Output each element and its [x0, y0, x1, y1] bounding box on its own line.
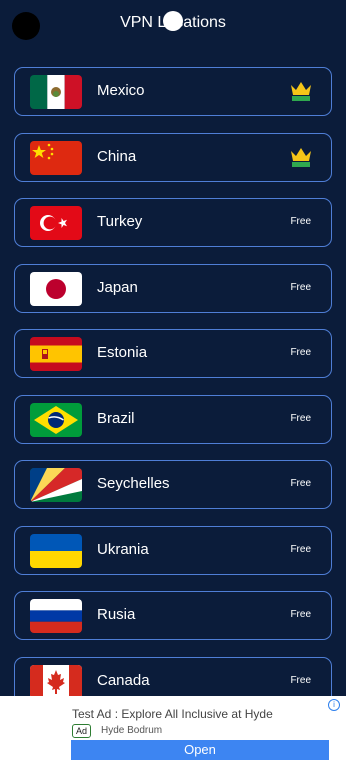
- turkey-flag-icon: [30, 206, 82, 240]
- location-name: Rusia: [97, 606, 136, 623]
- ad-badge: Ad: [72, 724, 92, 738]
- crown-icon: [289, 80, 313, 102]
- russia-flag-icon: [30, 599, 82, 633]
- ad-info-icon[interactable]: i: [328, 699, 340, 711]
- location-name: Brazil: [97, 409, 135, 427]
- location-row-rusia[interactable]: Rusia Free: [14, 591, 332, 640]
- location-row-japan[interactable]: Japan Free: [14, 263, 332, 313]
- china-flag-icon: [30, 140, 82, 175]
- free-badge: Free: [290, 674, 311, 686]
- free-badge: Free: [290, 609, 311, 620]
- location-row-ukrania[interactable]: Ukrania Free: [14, 525, 332, 575]
- location-name: Mexico: [97, 82, 145, 99]
- seychelles-flag-icon: [30, 468, 82, 502]
- location-name: China: [97, 147, 137, 165]
- location-row-turkey[interactable]: Turkey Free: [14, 198, 332, 247]
- free-badge: Free: [290, 347, 311, 358]
- location-row-china[interactable]: China: [14, 132, 332, 182]
- location-name: Estonia: [97, 344, 148, 361]
- location-name: Ukrania: [97, 540, 149, 558]
- free-badge: Free: [290, 281, 311, 293]
- location-name: Canada: [97, 671, 150, 689]
- ad-advertiser: Hyde Bodrum: [101, 725, 163, 736]
- free-badge: Free: [290, 412, 311, 424]
- japan-flag-icon: [30, 271, 82, 306]
- touch-indicator: [163, 11, 183, 31]
- free-badge: Free: [290, 216, 311, 227]
- location-row-brazil[interactable]: Brazil Free: [14, 394, 332, 444]
- ad-open-button[interactable]: Open: [71, 740, 329, 760]
- mexico-flag-icon: [30, 75, 82, 109]
- brazil-flag-icon: [30, 402, 82, 437]
- location-list: Mexico China Turkey Free Japan Free Esto…: [14, 67, 332, 722]
- free-badge: Free: [290, 478, 311, 489]
- crown-icon: [289, 146, 313, 168]
- ad-banner[interactable]: i Test Ad : Explore All Inclusive at Hyd…: [0, 696, 346, 768]
- header: VPN Locations: [0, 0, 346, 46]
- location-name: Seychelles: [97, 475, 170, 492]
- location-row-estonia[interactable]: Estonia Free: [14, 329, 332, 378]
- location-name: Turkey: [97, 213, 143, 230]
- location-name: Japan: [97, 278, 138, 296]
- spain-flag-icon: [30, 337, 82, 371]
- ad-title[interactable]: Test Ad : Explore All Inclusive at Hyde: [72, 707, 273, 721]
- ukraine-flag-icon: [30, 533, 82, 568]
- free-badge: Free: [290, 543, 311, 555]
- location-row-mexico[interactable]: Mexico: [14, 67, 332, 116]
- canada-flag-icon: [30, 664, 82, 699]
- location-row-seychelles[interactable]: Seychelles Free: [14, 460, 332, 509]
